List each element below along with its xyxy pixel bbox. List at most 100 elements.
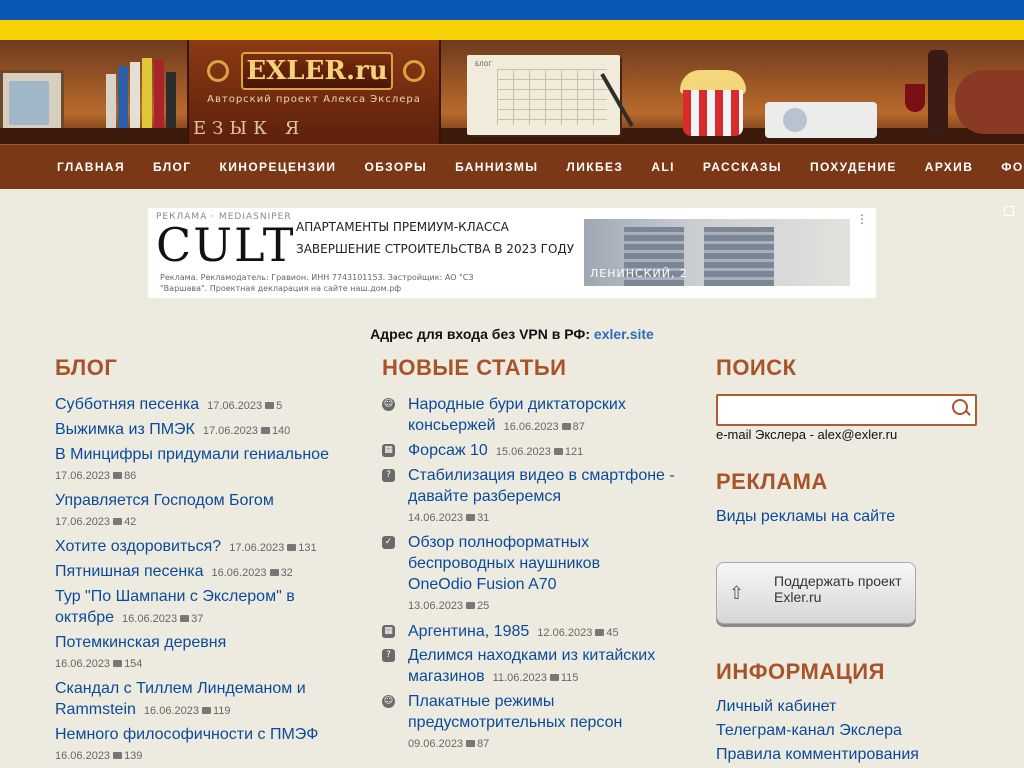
comment-count: 5 [276,400,283,412]
book [118,66,128,128]
article-item[interactable]: Стабилизация видео в смартфоне - давайте… [408,465,678,529]
question-icon: ? [382,649,395,662]
post-title: В Минцифры придумали гениальное [55,446,329,463]
nav-item-home[interactable]: ГЛАВНАЯ [57,145,125,189]
ad-line-1: АПАРТАМЕНТЫ ПРЕМИУМ-КЛАССА [296,220,509,234]
book [154,60,164,128]
clapper-icon: ▦ [382,444,395,457]
advertising-link[interactable]: Виды рекламы на сайте [716,508,895,526]
article-meta: 09.06.2023 87 [408,733,638,755]
nav-item-forum[interactable]: ФОРУМ [1001,145,1024,216]
blog-post[interactable]: Немного философичности с ПМЭФ 16.06.2023 1… [55,724,318,767]
blog-post[interactable]: Управляется Господом Богом 17.06.2023 42 [55,490,274,533]
blog-post[interactable]: Потемкинская деревня 16.06.2023 154 [55,632,226,675]
article-title: Обзор полноформатных беспроводных наушни… [408,534,601,593]
wine-glass-icon [905,84,925,112]
blog-post[interactable]: Скандал с Тиллем Линдеманом и Rammstein 1… [55,678,325,722]
comment-icon [269,569,279,576]
comment-count: 154 [124,658,143,670]
projector-icon [765,102,877,138]
search-icon[interactable] [952,399,968,415]
article-date: 11.06.2023 [492,672,547,684]
post-title: Потемкинская деревня [55,634,227,651]
articles-title: НОВЫЕ СТАТЬИ [382,355,567,380]
comment-count: 31 [477,512,490,524]
comment-icon [561,423,571,430]
comment-icon [180,615,190,622]
comment-icon [113,472,123,479]
article-item[interactable]: Народные бури диктаторских консьержей 16.… [408,394,668,438]
nav-item-likbez[interactable]: ЛИКБЕЗ [566,145,623,189]
post-date: 16.06.2023 [122,613,178,625]
blog-post[interactable]: Пятнишная песенка 16.06.2023 32 [55,561,293,584]
ad-banner[interactable]: РЕКЛАМА · MEDIASNIPER CULT АПАРТАМЕНТЫ П… [148,208,876,298]
post-date: 16.06.2023 [55,658,111,670]
ad-caption: ЛЕНИНСКИЙ, 2 [590,267,688,280]
article-item[interactable]: Форсаж 10 15.06.2023 121 [408,440,583,463]
article-item[interactable]: Делимся находками из китайских магазинов… [408,645,668,689]
comment-icon [466,602,476,609]
post-meta: 16.06.2023 154 [55,653,226,675]
author-photo [9,81,49,125]
post-title: Выжимка из ПМЭК [55,421,195,438]
clipboard-icon: ✓ [382,536,395,549]
calendar-icon: БЛОГ [467,55,620,135]
article-meta: 13.06.2023 25 [408,595,638,617]
main-nav: ГЛАВНАЯ БЛОГ КИНОРЕЦЕНЗИИ ОБЗОРЫ БАННИЗМ… [0,144,1024,216]
blog-post[interactable]: Выжимка из ПМЭК 17.06.2023 140 [55,419,290,442]
info-link-telegram[interactable]: Телеграм-канал Экслера [716,722,902,740]
comment-icon [466,514,476,521]
blog-post[interactable]: Субботняя песенка 17.06.2023 5 [55,394,282,417]
comment-icon [553,448,563,455]
vpn-notice: Адрес для входа без VPN в РФ: exler.site [0,326,1024,342]
post-date: 16.06.2023 [211,567,267,579]
ham-icon [955,70,1024,134]
nav-item-stories[interactable]: РАССКАЗЫ [703,145,782,189]
post-meta: 17.06.2023 86 [55,465,329,487]
post-date: 17.06.2023 [229,542,285,554]
post-title: Субботняя песенка [55,396,200,413]
blog-post[interactable]: В Минцифры придумали гениальное 17.06.202… [55,444,329,487]
nav-item-banners[interactable]: БАННИЗМЫ [455,145,538,189]
search-title: ПОИСК [716,355,797,380]
post-meta: 16.06.2023 139 [55,745,318,767]
ring-icon [207,60,229,82]
calendar-label: БЛОГ [475,61,493,68]
nav-item-archive[interactable]: АРХИВ [925,145,974,189]
vpn-text: Адрес для входа без VPN в РФ: [370,326,594,342]
clapper-icon: ▦ [382,625,395,638]
book [142,58,152,128]
post-date: 17.06.2023 [202,425,258,437]
ad-menu-icon[interactable]: ⋮ [856,212,868,226]
article-item[interactable]: Плакатные режимы предусмотрительных перс… [408,691,638,755]
ad-legal-text: Реклама. Рекламодатель: Гравион. ИНН 774… [160,273,474,293]
article-item[interactable]: Обзор полноформатных беспроводных наушни… [408,532,638,617]
support-button[interactable]: ⇧ Поддержать проект Exler.ru [716,562,916,624]
logo-title: EXLER.ru [241,52,393,90]
projector-lens [783,108,807,132]
article-date: 15.06.2023 [495,446,551,458]
comment-count: 119 [212,705,231,717]
article-date: 13.06.2023 [408,600,464,612]
info-link-account[interactable]: Личный кабинет [716,698,836,716]
nav-item-blog[interactable]: БЛОГ [153,145,191,189]
comment-count: 87 [572,421,585,433]
flag-stripe-blue [0,0,1024,20]
comment-icon [113,660,123,667]
nav-item-overviews[interactable]: ОБЗОРЫ [364,145,427,189]
nav-item-diet[interactable]: ПОХУДЕНИЕ [810,145,897,189]
author-email: e-mail Экслера - alex@exler.ru [716,427,898,442]
article-meta: 12.06.2023 45 [537,627,618,639]
article-item[interactable]: Аргентина, 1985 12.06.2023 45 [408,621,619,644]
comment-count: 25 [477,600,490,612]
vpn-link[interactable]: exler.site [594,326,654,342]
blog-post[interactable]: Тур "По Шампани с Экслером" в октябре 16.… [55,586,325,630]
nav-item-reviews[interactable]: КИНОРЕЦЕНЗИИ [220,145,337,189]
comment-count: 32 [280,567,293,579]
blog-post[interactable]: Хотите оздоровиться? 17.06.2023 131 [55,536,317,559]
nav-item-ali[interactable]: ALI [651,145,675,189]
external-link-icon [1004,206,1015,216]
info-link-rules[interactable]: Правила комментирования [716,746,919,764]
comment-icon [113,518,123,525]
search-input[interactable] [716,394,977,426]
